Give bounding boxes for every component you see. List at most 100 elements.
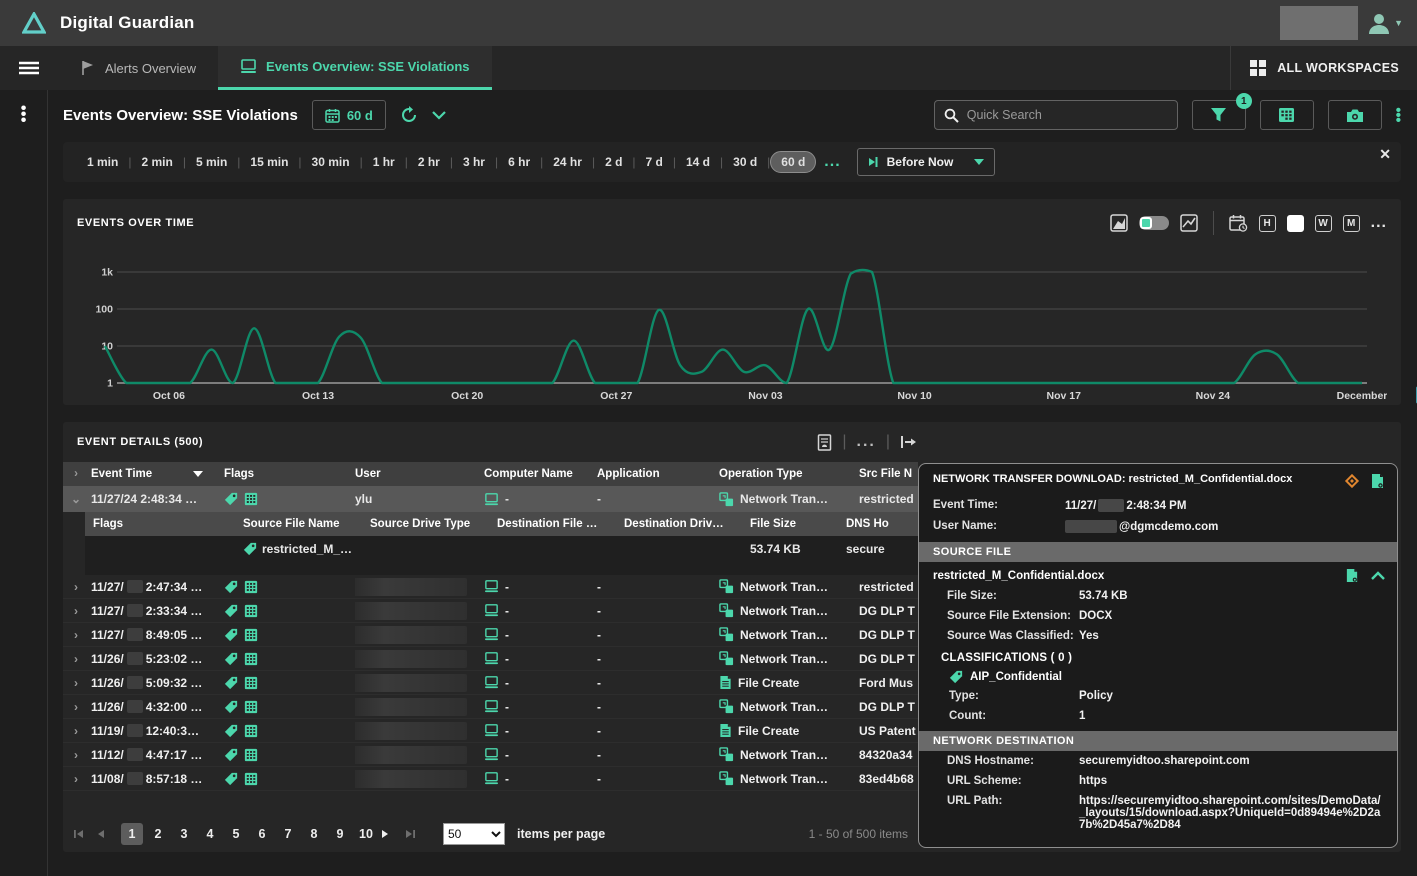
table-row[interactable]: ›11/27/8:49:05 …--Network Tran…DG DLP T [63, 623, 918, 647]
granularity-hour-button[interactable]: H [1259, 215, 1276, 232]
column-chooser-button[interactable] [1260, 100, 1314, 130]
expand-row-chevron[interactable]: › [63, 628, 89, 642]
expand-row-chevron[interactable]: › [63, 580, 89, 594]
before-now-dropdown[interactable]: Before Now [857, 148, 996, 176]
page-button-3[interactable]: 3 [173, 823, 195, 845]
workspace-kebab-menu[interactable]: ••• [0, 106, 47, 124]
first-page-button[interactable] [73, 829, 93, 839]
column-header-event-time[interactable]: Event Time [89, 468, 217, 480]
time-range-option-2hr[interactable]: 2 hr [408, 155, 450, 169]
page-button-6[interactable]: 6 [251, 823, 273, 845]
time-range-option-15min[interactable]: 15 min [240, 155, 298, 169]
expand-row-chevron[interactable]: › [63, 748, 89, 762]
area-chart-type-icon[interactable] [1110, 214, 1128, 232]
table-more-menu[interactable]: ... [857, 433, 876, 451]
refresh-options-chevron[interactable] [432, 111, 446, 120]
export-icon[interactable] [900, 435, 917, 449]
sub-column-header-file-size[interactable]: File Size [742, 518, 838, 530]
column-header-flags[interactable]: Flags [217, 468, 355, 480]
table-row[interactable]: ›11/19/12:40:3…--File CreateUS Patent [63, 719, 918, 743]
page-button-8[interactable]: 8 [303, 823, 325, 845]
column-header-src-file-n[interactable]: Src File N [859, 468, 918, 480]
time-range-option-5min[interactable]: 5 min [186, 155, 237, 169]
page-button-1[interactable]: 1 [121, 823, 143, 845]
granularity-month-button[interactable]: M [1343, 215, 1360, 232]
time-range-option-60d[interactable]: 60 d [770, 151, 816, 173]
page-button-4[interactable]: 4 [199, 823, 221, 845]
page-button-7[interactable]: 7 [277, 823, 299, 845]
report-icon[interactable] [817, 434, 832, 451]
page-button-9[interactable]: 9 [329, 823, 351, 845]
granularity-week-button[interactable]: W [1315, 215, 1332, 232]
expand-row-chevron[interactable]: › [63, 604, 89, 618]
table-row[interactable]: ›11/12/4:47:17 …--Network Tran…84320a34 [63, 743, 918, 767]
collapse-section-chevron[interactable] [1371, 571, 1385, 580]
page-button-5[interactable]: 5 [225, 823, 247, 845]
page-button-2[interactable]: 2 [147, 823, 169, 845]
time-range-option-30d[interactable]: 30 d [723, 155, 767, 169]
time-range-option-1min[interactable]: 1 min [77, 155, 128, 169]
time-range-option-14d[interactable]: 14 d [676, 155, 720, 169]
time-range-option-24hr[interactable]: 24 hr [543, 155, 592, 169]
chart-type-toggle[interactable] [1139, 216, 1169, 230]
refresh-button[interactable] [400, 106, 418, 124]
items-per-page-select[interactable]: 50 [443, 823, 505, 845]
expand-all-chevron[interactable]: › [63, 468, 89, 480]
page-kebab-menu[interactable]: ••• [1396, 108, 1401, 123]
quick-search[interactable] [934, 100, 1178, 130]
table-row[interactable]: ›11/26/4:32:00 …--Network Tran…DG DLP T [63, 695, 918, 719]
column-header-user[interactable]: User [355, 468, 484, 480]
collapse-row-chevron[interactable]: ⌄ [63, 492, 89, 506]
tab-events-overview[interactable]: Events Overview: SSE Violations [218, 46, 492, 90]
time-range-option-1hr[interactable]: 1 hr [363, 155, 405, 169]
sub-column-header-flags[interactable]: Flags [85, 518, 235, 530]
column-header-computer-name[interactable]: Computer Name [484, 468, 597, 480]
time-range-option-2d[interactable]: 2 d [595, 155, 632, 169]
next-page-button[interactable] [381, 829, 401, 839]
snapshot-button[interactable] [1328, 100, 1382, 130]
time-range-button[interactable]: 60 d [312, 100, 386, 130]
sub-column-header-source-drive-type[interactable]: Source Drive Type [362, 518, 489, 530]
search-input[interactable] [967, 108, 1168, 122]
prev-page-button[interactable] [97, 829, 117, 839]
column-header-operation-type[interactable]: Operation Type [719, 468, 859, 480]
chart-more-menu[interactable]: ... [1371, 214, 1387, 232]
nested-data-row[interactable]: restricted_M_… 53.74 KB secure [85, 536, 918, 562]
expand-row-chevron[interactable]: › [63, 724, 89, 738]
tab-alerts-overview[interactable]: Alerts Overview [58, 46, 218, 90]
sub-column-header-destination-file-[interactable]: Destination File … [489, 518, 616, 530]
column-header-application[interactable]: Application [597, 468, 719, 480]
table-row-selected[interactable]: ⌄ 11/27/24 2:48:34 … ylu - - Network Tra… [63, 486, 918, 512]
line-chart-type-icon[interactable] [1180, 214, 1198, 232]
table-row[interactable]: ›11/27/2:33:34 …--Network Tran…DG DLP T [63, 599, 918, 623]
more-ranges-button[interactable]: ... [816, 153, 848, 171]
expand-row-chevron[interactable]: › [63, 652, 89, 666]
table-row[interactable]: ›11/08/8:57:18 …--Network Tran…83ed4b68 [63, 767, 918, 791]
granularity-day-button[interactable]: D [1287, 215, 1304, 232]
expand-row-chevron[interactable]: › [63, 700, 89, 714]
hamburger-menu-button[interactable] [0, 46, 58, 90]
file-report-icon[interactable] [1370, 473, 1385, 489]
sub-column-header-source-file-name[interactable]: Source File Name [235, 518, 362, 530]
file-report-icon[interactable] [1345, 568, 1359, 583]
events-over-time-chart[interactable]: 1101001kOct 06Oct 13Oct 20Oct 27Nov 03No… [77, 243, 1387, 405]
user-menu[interactable]: ▼ [1366, 10, 1403, 36]
calendar-clock-icon[interactable] [1229, 214, 1248, 232]
last-page-button[interactable] [405, 829, 425, 839]
time-range-option-2min[interactable]: 2 min [131, 155, 182, 169]
expand-row-chevron[interactable]: › [63, 772, 89, 786]
table-row[interactable]: ›11/26/5:09:32 …--File CreateFord Mus [63, 671, 918, 695]
time-range-option-6hr[interactable]: 6 hr [498, 155, 540, 169]
all-workspaces-button[interactable]: ALL WORKSPACES [1230, 46, 1417, 90]
close-timebar-button[interactable]: ✕ [1379, 146, 1391, 163]
expand-row-chevron[interactable]: › [63, 676, 89, 690]
time-range-option-30min[interactable]: 30 min [302, 155, 360, 169]
table-row[interactable]: ›11/26/5:23:02 …--Network Tran…DG DLP T [63, 647, 918, 671]
time-range-option-3hr[interactable]: 3 hr [453, 155, 495, 169]
time-range-option-7d[interactable]: 7 d [636, 155, 673, 169]
table-row[interactable]: ›11/27/2:47:34 …--Network Tran…restricte… [63, 575, 918, 599]
sub-column-header-dns-ho[interactable]: DNS Ho [838, 518, 918, 530]
filter-button[interactable]: 1 [1192, 100, 1246, 130]
sub-column-header-destination-driv-[interactable]: Destination Driv… [616, 518, 742, 530]
page-button-10[interactable]: 10 [355, 823, 377, 845]
